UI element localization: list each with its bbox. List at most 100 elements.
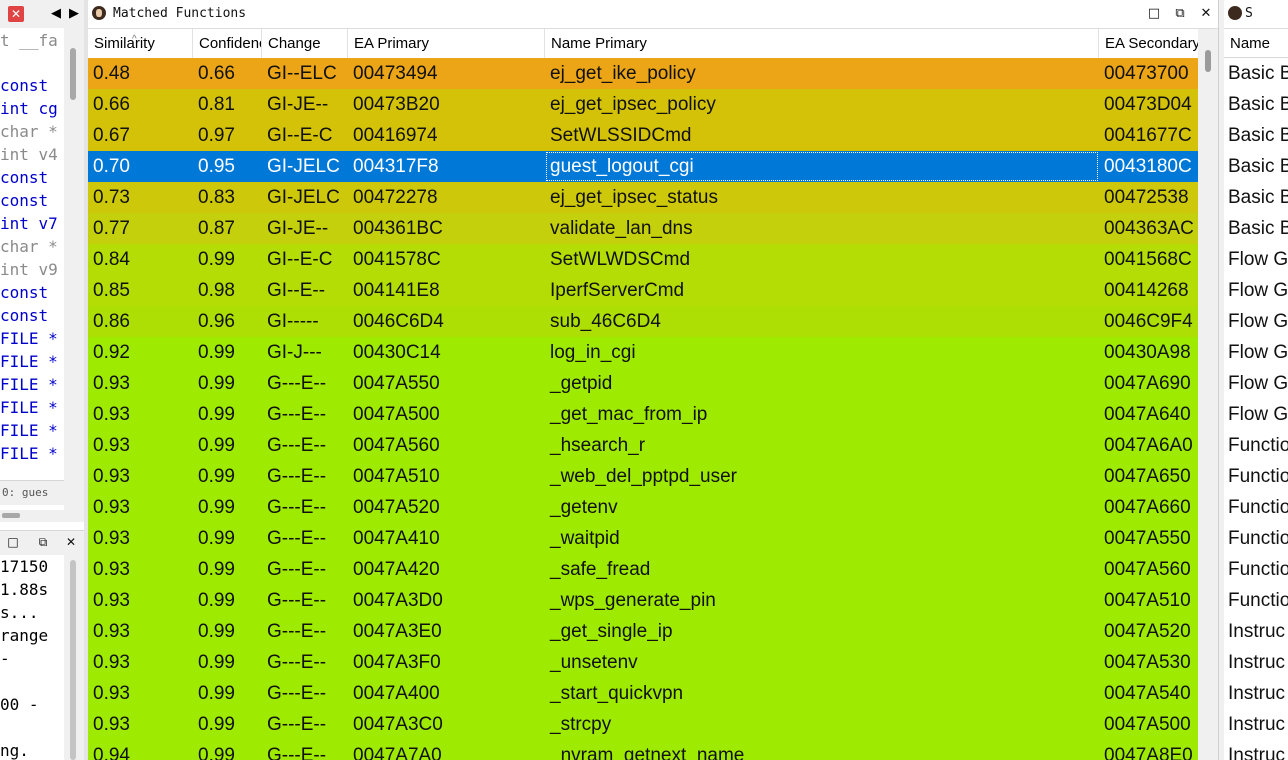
statistics-row[interactable]: Basic B [1224, 151, 1288, 182]
float-icon[interactable]: ⧉ [1172, 6, 1188, 22]
statistics-row[interactable]: Basic B [1224, 120, 1288, 151]
table-scroll-thumb[interactable] [1205, 50, 1211, 72]
table-row[interactable]: 0.67 0.97 GI--E-C 00416974 SetWLSSIDCmd 00416… [88, 120, 1198, 151]
similarity-cell: 0.84 [93, 249, 130, 270]
pseudocode-hscroll-thumb[interactable] [2, 513, 20, 518]
statistics-row[interactable]: Basic B [1224, 58, 1288, 89]
table-row[interactable]: 0.93 0.99 G---E-- 0047A520 _getenv 0047A660 [88, 492, 1198, 523]
ea-primary-cell: 00416974 [353, 125, 438, 146]
output-line: 17150 [0, 557, 49, 576]
pseudocode-horizontal-scrollbar[interactable] [0, 510, 86, 522]
ea-secondary-cell: 00414268 [1104, 280, 1189, 301]
statistics-row[interactable]: Flow G [1224, 306, 1288, 337]
column-header-confidence[interactable]: Confidence [193, 29, 262, 58]
maximize-icon[interactable]: □ [6, 535, 20, 549]
table-row[interactable]: 0.93 0.99 G---E-- 0047A3E0 _get_single_ip 004… [88, 616, 1198, 647]
table-row[interactable]: 0.93 0.99 G---E-- 0047A500 _get_mac_from_ip 0… [88, 399, 1198, 430]
ea-secondary-cell: 0047A520 [1104, 621, 1191, 642]
table-row[interactable]: 0.84 0.99 GI--E-C 0041578C SetWLWDSCmd 004156… [88, 244, 1198, 275]
ea-primary-cell: 0047A3D0 [353, 590, 443, 611]
output-scroll-thumb[interactable] [70, 560, 76, 760]
pseudocode-vertical-scrollbar[interactable] [64, 28, 84, 510]
table-row[interactable]: 0.85 0.98 GI--E-- 004141E8 IperfServerCmd 004… [88, 275, 1198, 306]
change-cell: GI-JE-- [267, 218, 329, 239]
code-line: FILE * [0, 329, 58, 348]
similarity-cell: 0.85 [93, 280, 130, 301]
output-line: 1.88s [0, 580, 49, 599]
ea-primary-cell: 0047A3E0 [353, 621, 442, 642]
statistics-row[interactable]: Functio [1224, 492, 1288, 523]
change-cell: GI-JELC [267, 187, 340, 208]
pseudocode-tab[interactable]: 0: gues [0, 480, 64, 505]
statistics-row[interactable]: Instruc [1224, 647, 1288, 678]
table-row[interactable]: 0.73 0.83 GI-JELC 00472278 ej_get_ipsec_stat… [88, 182, 1198, 213]
table-row[interactable]: 0.93 0.99 G---E-- 0047A550 _getpid 0047A690 [88, 368, 1198, 399]
close-icon[interactable]: ✕ [8, 6, 24, 22]
confidence-cell: 0.99 [198, 745, 235, 760]
column-header-ea-primary[interactable]: EA Primary [348, 29, 545, 58]
table-row[interactable]: 0.93 0.99 G---E-- 0047A420 _safe_fread 0047A5… [88, 554, 1198, 585]
statistics-row[interactable]: Functio [1224, 585, 1288, 616]
column-header-change[interactable]: Change [262, 29, 348, 58]
statistics-row[interactable]: Instruc [1224, 709, 1288, 740]
table-row-selected[interactable]: 0.70 0.95 GI-JELC 004317F8 guest_logout_cgi 0… [88, 151, 1198, 182]
statistics-row[interactable]: Basic B [1224, 89, 1288, 120]
statistics-row[interactable]: Flow G [1224, 244, 1288, 275]
output-line: s... [0, 603, 39, 622]
table-row[interactable]: 0.77 0.87 GI-JE-- 004361BC validate_lan_dns 0… [88, 213, 1198, 244]
table-vertical-scrollbar[interactable] [1198, 29, 1218, 760]
statistics-row[interactable]: Instruc [1224, 616, 1288, 647]
name-primary-cell: _web_del_pptpd_user [550, 466, 737, 487]
statistics-row[interactable]: Instruc [1224, 740, 1288, 760]
table-row[interactable]: 0.93 0.99 G---E-- 0047A3D0 _wps_generate_pin… [88, 585, 1198, 616]
confidence-cell: 0.99 [198, 404, 235, 425]
ea-secondary-cell: 0047A690 [1104, 373, 1191, 394]
table-row[interactable]: 0.93 0.99 G---E-- 0047A3F0 _unsetenv 0047A530 [88, 647, 1198, 678]
table-row[interactable]: 0.93 0.99 G---E-- 0047A410 _waitpid 0047A550 [88, 523, 1198, 554]
table-row[interactable]: 0.86 0.96 GI----- 0046C6D4 sub_46C6D4 0046C9F… [88, 306, 1198, 337]
ea-primary-cell: 00473494 [353, 63, 438, 84]
column-header-similarity[interactable]: Similarity ^ [88, 29, 193, 58]
code-line: int v9 [0, 260, 58, 279]
pseudocode-scroll-thumb[interactable] [70, 48, 76, 100]
code-line: FILE * [0, 375, 58, 394]
table-row[interactable]: 0.93 0.99 G---E-- 0047A510 _web_del_pptpd_us… [88, 461, 1198, 492]
statistics-row[interactable]: Flow G [1224, 337, 1288, 368]
back-arrow-icon[interactable]: ◀ [46, 4, 66, 24]
statistics-row[interactable]: Basic B [1224, 182, 1288, 213]
close-icon[interactable]: ✕ [1198, 6, 1214, 22]
statistics-row[interactable]: Flow G [1224, 275, 1288, 306]
statistics-row[interactable]: Basic B [1224, 213, 1288, 244]
confidence-cell: 0.99 [198, 714, 235, 735]
statistics-row[interactable]: Flow G [1224, 399, 1288, 430]
confidence-cell: 0.99 [198, 621, 235, 642]
table-row[interactable]: 0.94 0.99 G---E-- 0047A7A0 _nvram_getnext_na… [88, 740, 1198, 760]
table-row[interactable]: 0.48 0.66 GI--ELC 00473494 ej_get_ike_policy… [88, 58, 1198, 89]
table-row[interactable]: 0.93 0.99 G---E-- 0047A560 _hsearch_r 0047A6A… [88, 430, 1198, 461]
column-header-name[interactable]: Name [1224, 29, 1288, 58]
float-icon[interactable]: ⧉ [36, 535, 50, 549]
table-row[interactable]: 0.93 0.99 G---E-- 0047A400 _start_quickvpn 00… [88, 678, 1198, 709]
output-line: ng. [0, 741, 29, 760]
statistics-row[interactable]: Flow G [1224, 368, 1288, 399]
forward-arrow-icon[interactable]: ▶ [64, 4, 84, 24]
table-row[interactable]: 0.66 0.81 GI-JE-- 00473B20 ej_get_ipsec_poli… [88, 89, 1198, 120]
maximize-icon[interactable]: □ [1146, 6, 1162, 22]
statistics-row[interactable]: Functio [1224, 430, 1288, 461]
column-header-name-primary[interactable]: Name Primary [545, 29, 1099, 58]
close-icon[interactable]: ✕ [64, 535, 78, 549]
statistics-row[interactable]: Functio [1224, 554, 1288, 585]
statistics-row[interactable]: Functio [1224, 523, 1288, 554]
code-line: FILE * [0, 444, 58, 463]
column-header-ea-secondary[interactable]: EA Secondary [1099, 29, 1198, 58]
table-row[interactable]: 0.92 0.99 GI-J--- 00430C14 log_in_cgi 00430A9… [88, 337, 1198, 368]
statistics-row[interactable]: Instruc [1224, 678, 1288, 709]
table-row[interactable]: 0.93 0.99 G---E-- 0047A3C0 _strcpy 0047A500 [88, 709, 1198, 740]
name-primary-cell: guest_logout_cgi [545, 151, 1099, 182]
ea-primary-cell: 0047A560 [353, 435, 440, 456]
pseudocode-view[interactable]: t __fa const int cg char * int v4 const const i… [0, 28, 64, 510]
statistics-table: Name Basic B Basic B Basic B Basic B Basic B… [1224, 29, 1288, 760]
matched-functions-table: Similarity ^ Confidence Change EA Primar… [88, 29, 1198, 760]
confidence-cell: 0.97 [198, 125, 235, 146]
statistics-row[interactable]: Functio [1224, 461, 1288, 492]
